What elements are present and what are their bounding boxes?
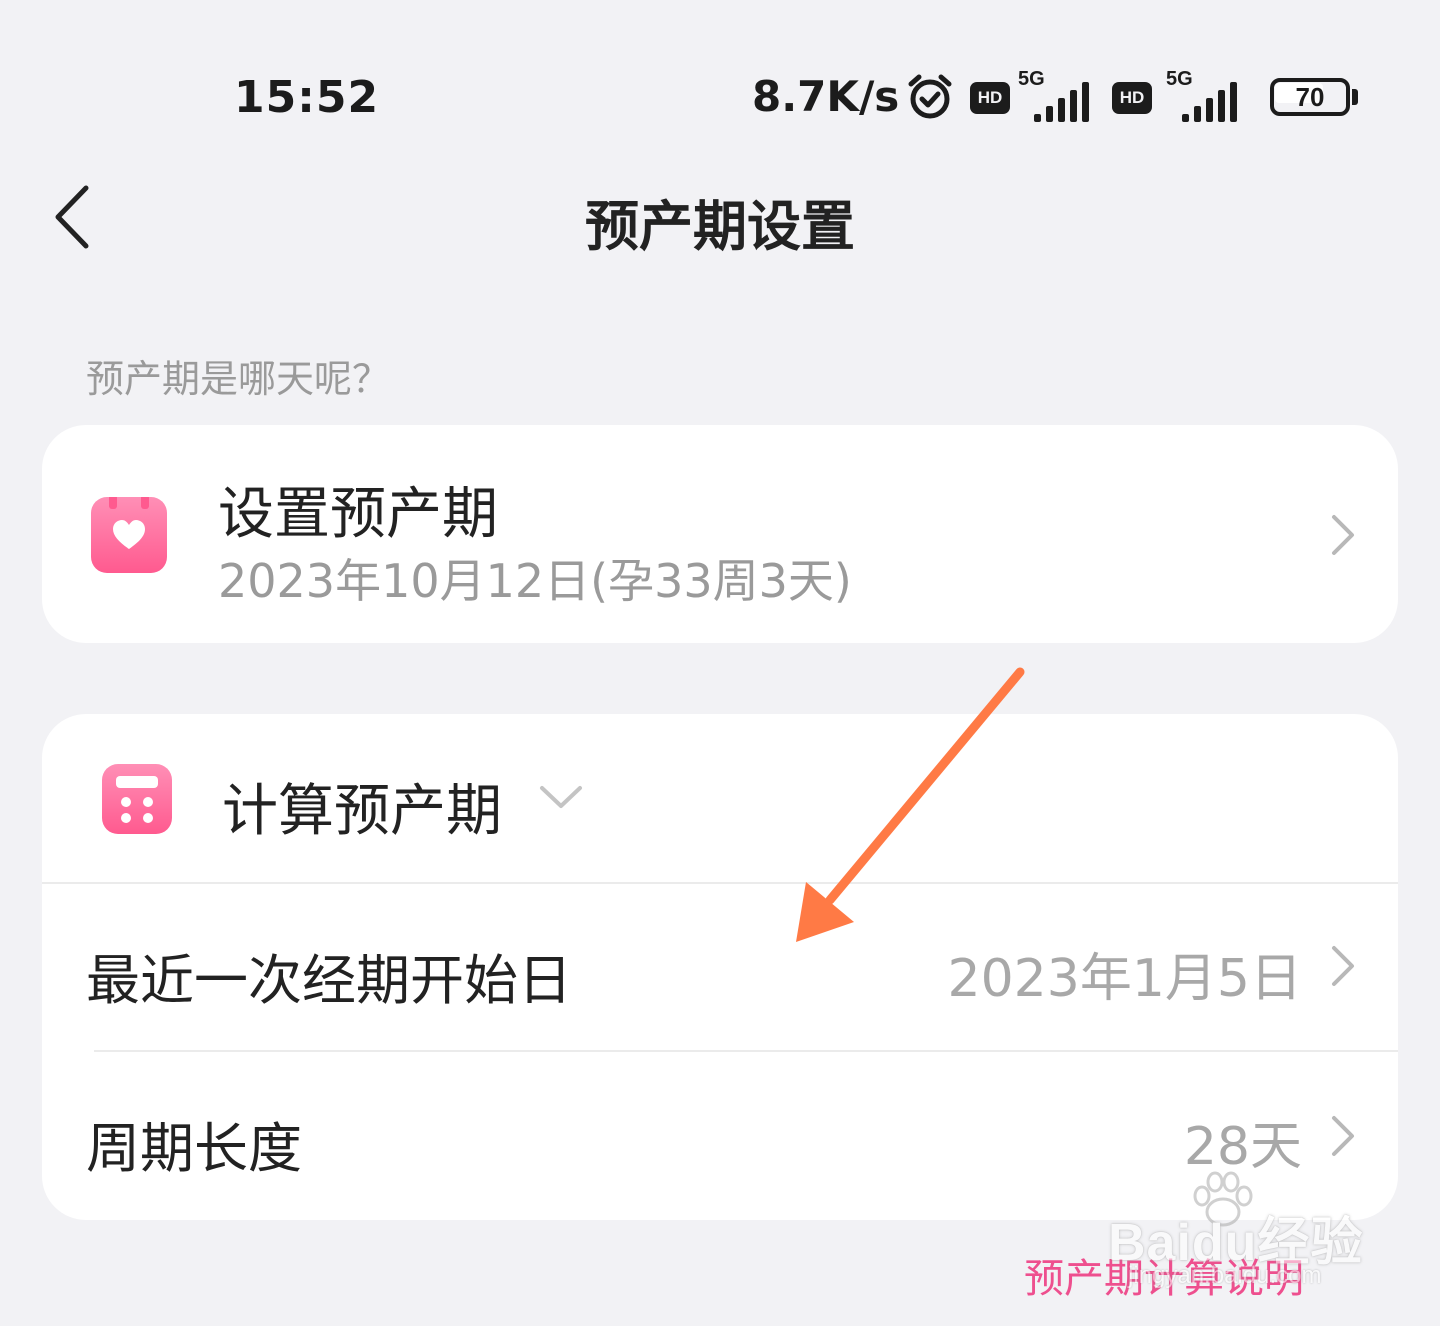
- baidu-watermark: Baidu经验 jingyan.baidu.com: [1108, 1170, 1368, 1300]
- battery-level: 70: [1295, 82, 1325, 112]
- calculator-icon: [102, 764, 172, 834]
- status-time: 15:52: [234, 72, 380, 123]
- chevron-down-icon[interactable]: [538, 780, 584, 816]
- last-period-value: 2023年1月5日: [947, 949, 1302, 1009]
- divider: [42, 882, 1398, 884]
- chevron-right-icon: [1332, 946, 1354, 986]
- signal-strength-icon: 5G: [1166, 68, 1246, 122]
- set-due-date-title: 设置预产期: [218, 482, 498, 547]
- last-period-label: 最近一次经期开始日: [86, 949, 572, 1012]
- page-title: 预产期设置: [585, 195, 855, 258]
- signal-strength-icon: 5G: [1018, 68, 1098, 122]
- status-bar: 15:52 8.7K/s HD 5G HD 5G 70: [0, 62, 1440, 132]
- due-date-value: 2023年10月12日(孕33周3天): [218, 554, 852, 608]
- calendar-heart-icon: [91, 495, 167, 573]
- network-speed: 8.7K/s: [752, 72, 900, 121]
- hd-voice-icon: HD: [970, 82, 1010, 114]
- chevron-right-icon: [1332, 515, 1354, 555]
- divider: [94, 1050, 1398, 1052]
- cycle-length-value: 28天: [1183, 1117, 1302, 1177]
- hd-voice-icon: HD: [1112, 82, 1152, 114]
- battery-icon: 70: [1270, 78, 1358, 116]
- nav-bar: 预产期设置: [0, 170, 1440, 260]
- cycle-length-label: 周期长度: [86, 1117, 302, 1180]
- set-due-date-card[interactable]: 设置预产期 2023年10月12日(孕33周3天): [42, 425, 1398, 643]
- page: 15:52 8.7K/s HD 5G HD 5G 70 预产期设置 预产期是哪天…: [0, 0, 1440, 1326]
- calculate-due-date-card: 计算预产期 最近一次经期开始日 2023年1月5日 周期长度 28天: [42, 714, 1398, 1220]
- section-hint: 预产期是哪天呢？: [86, 357, 391, 401]
- chevron-right-icon: [1332, 1116, 1354, 1156]
- alarm-icon: [908, 74, 952, 119]
- calculate-due-date-header[interactable]: 计算预产期: [222, 766, 502, 847]
- watermark-url: jingyan.baidu.com: [1128, 1262, 1322, 1289]
